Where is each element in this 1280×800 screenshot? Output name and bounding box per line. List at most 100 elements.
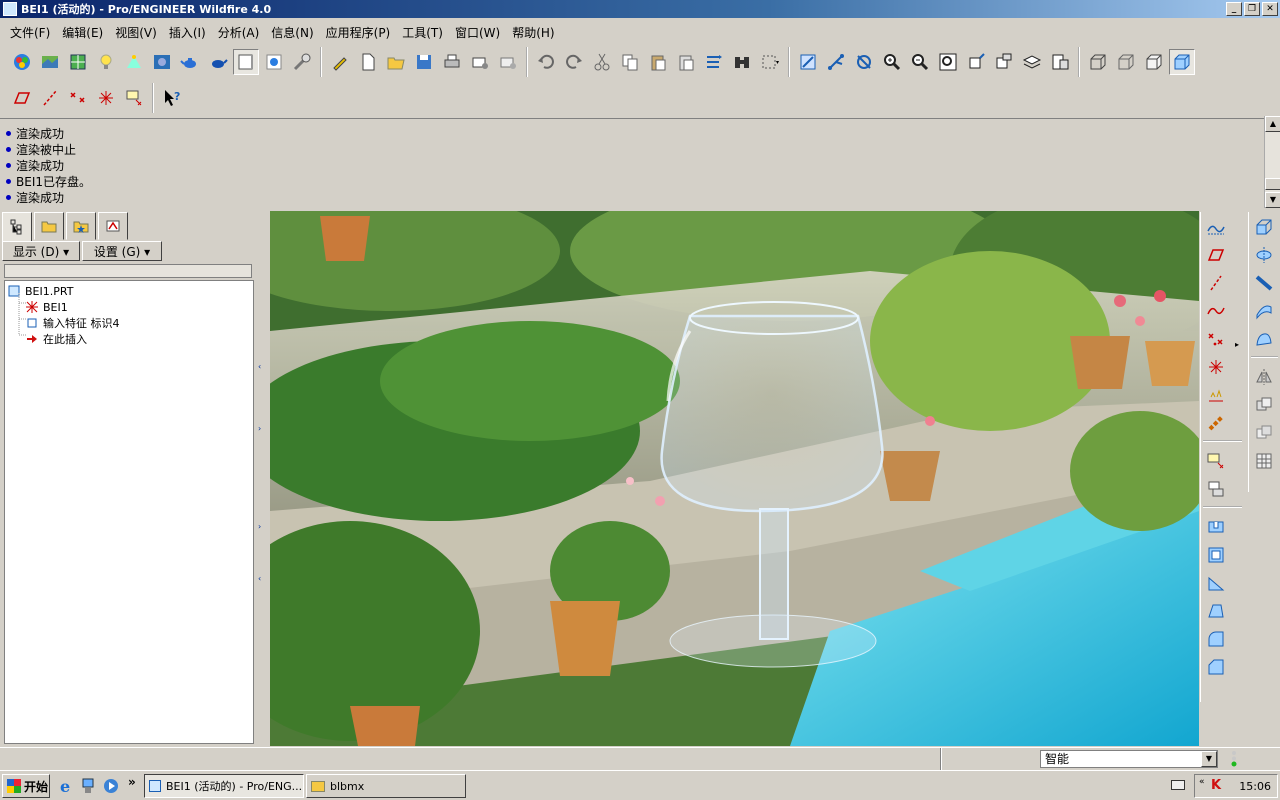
taskbar-item-proe[interactable]: BEI1 (活动的) - Pro/ENG... (144, 774, 304, 798)
menu-info[interactable]: 信息(N) (265, 24, 319, 41)
scroll-down-icon[interactable]: ▼ (1265, 192, 1280, 208)
color-appearance-icon[interactable] (9, 49, 35, 75)
render-window-icon[interactable] (233, 49, 259, 75)
save-icon[interactable] (411, 49, 437, 75)
menu-view[interactable]: 视图(V) (109, 24, 163, 41)
quicklaunch-more-chevron[interactable]: » (128, 775, 136, 789)
internet-explorer-icon[interactable]: e (58, 777, 76, 796)
menu-insert[interactable]: 插入(I) (163, 24, 212, 41)
expand-arrow-icon[interactable]: › (258, 522, 261, 531)
merge-tool-icon[interactable] (1251, 392, 1277, 418)
chevron-down-icon[interactable]: ▼ (1201, 751, 1217, 767)
paste-icon[interactable] (645, 49, 671, 75)
scroll-up-icon[interactable]: ▲ (1265, 116, 1280, 132)
media-player-icon[interactable] (102, 777, 120, 795)
tree-item-part[interactable]: BEI1.PRT (5, 283, 253, 299)
zoom-out-icon[interactable] (907, 49, 933, 75)
style-tool-icon[interactable] (1251, 326, 1277, 352)
hidden-line-icon[interactable] (1113, 49, 1139, 75)
datum-point-tool-icon[interactable] (1203, 326, 1229, 352)
tab-model-tree[interactable] (2, 212, 32, 242)
close-button[interactable]: ✕ (1262, 2, 1278, 16)
round-tool-icon[interactable] (1203, 626, 1229, 652)
tray-expand-icon[interactable]: « (1199, 777, 1205, 787)
zoom-in-icon[interactable] (879, 49, 905, 75)
no-hidden-icon[interactable] (1141, 49, 1167, 75)
taskbar-item-folder[interactable]: blbmx (306, 774, 466, 798)
lights-icon[interactable] (121, 49, 147, 75)
open-folder-icon[interactable] (383, 49, 409, 75)
regenerate-icon[interactable] (701, 49, 727, 75)
annotation-feature-icon[interactable] (1203, 448, 1229, 474)
tab-connections[interactable] (98, 212, 128, 240)
extrude-tool-icon[interactable] (1251, 214, 1277, 240)
annotation-display-icon[interactable] (121, 85, 147, 111)
view-manager-icon[interactable] (1047, 49, 1073, 75)
collapse-arrow-icon[interactable]: ‹ (258, 362, 261, 371)
menu-help[interactable]: 帮助(H) (506, 24, 560, 41)
tree-item-csys[interactable]: BEI1 (5, 299, 253, 315)
tab-favorites[interactable] (66, 212, 96, 240)
send-mail-icon[interactable] (467, 49, 493, 75)
tree-item-insert-here[interactable]: 在此插入 (5, 331, 253, 347)
refit-icon[interactable] (935, 49, 961, 75)
datum-axis-display-icon[interactable] (37, 85, 63, 111)
flyout-arrow-icon[interactable]: ▸ (1235, 340, 1239, 349)
keyboard-icon[interactable] (1171, 780, 1185, 790)
menu-applications[interactable]: 应用程序(P) (320, 24, 397, 41)
find-icon[interactable] (729, 49, 755, 75)
undo-icon[interactable] (533, 49, 559, 75)
boundary-blend-icon[interactable] (1251, 298, 1277, 324)
expand-arrow-icon[interactable]: › (258, 424, 261, 433)
scene-icon[interactable] (37, 49, 63, 75)
shading-icon[interactable] (1169, 49, 1195, 75)
draft-tool-icon[interactable] (1203, 598, 1229, 624)
menu-file[interactable]: 文件(F) (4, 24, 56, 41)
datum-plane-display-icon[interactable] (9, 85, 35, 111)
teapot-render-icon[interactable] (205, 49, 231, 75)
analysis-feature-icon[interactable] (1203, 382, 1229, 408)
collapse-arrow-icon[interactable]: ‹ (258, 574, 261, 583)
paste-special-icon[interactable] (673, 49, 699, 75)
restore-button[interactable]: ❐ (1244, 2, 1260, 16)
copy-geometry-icon[interactable] (1203, 476, 1229, 502)
rib-tool-icon[interactable] (1203, 570, 1229, 596)
scroll-thumb[interactable] (1265, 178, 1280, 190)
new-file-icon[interactable] (355, 49, 381, 75)
repaint-icon[interactable] (795, 49, 821, 75)
selection-box-icon[interactable] (757, 49, 783, 75)
room-editor-icon[interactable] (65, 49, 91, 75)
message-scrollbar[interactable]: ▲ ▼ (1264, 116, 1280, 208)
menu-analysis[interactable]: 分析(A) (212, 24, 266, 41)
spin-center-icon[interactable] (851, 49, 877, 75)
teapot-icon[interactable] (177, 49, 203, 75)
layers-icon[interactable] (1019, 49, 1045, 75)
chamfer-tool-icon[interactable] (1203, 654, 1229, 680)
csys-display-icon[interactable] (93, 85, 119, 111)
print-icon[interactable] (439, 49, 465, 75)
render-region-icon[interactable] (261, 49, 287, 75)
datum-curve-tool-icon[interactable] (1203, 298, 1229, 324)
mirror-tool-icon[interactable] (1251, 364, 1277, 390)
chain-link-icon[interactable] (1203, 410, 1229, 436)
datum-point-display-icon[interactable] (65, 85, 91, 111)
hole-tool-icon[interactable] (1203, 514, 1229, 540)
desktop-shortcut-icon[interactable] (80, 777, 98, 795)
show-menu-button[interactable]: 显示 (D) ▾ (2, 241, 80, 261)
csys-tool-icon[interactable] (1203, 354, 1229, 380)
send-link-icon[interactable] (495, 49, 521, 75)
cut-icon[interactable] (589, 49, 615, 75)
orient-mode-icon[interactable] (823, 49, 849, 75)
shell-tool-icon[interactable] (1203, 542, 1229, 568)
pattern-tool-icon[interactable] (1251, 448, 1277, 474)
start-button[interactable]: 开始 (2, 774, 50, 798)
menu-tools[interactable]: 工具(T) (396, 24, 449, 41)
tab-folder-browser[interactable] (34, 212, 64, 240)
menu-window[interactable]: 窗口(W) (449, 24, 506, 41)
context-help-icon[interactable]: ? (159, 85, 185, 111)
edit-pencil-icon[interactable] (327, 49, 353, 75)
revolve-tool-icon[interactable] (1251, 242, 1277, 268)
menu-edit[interactable]: 编辑(E) (56, 24, 109, 41)
light-bulb-icon[interactable] (93, 49, 119, 75)
datum-plane-tool-icon[interactable] (1203, 242, 1229, 268)
